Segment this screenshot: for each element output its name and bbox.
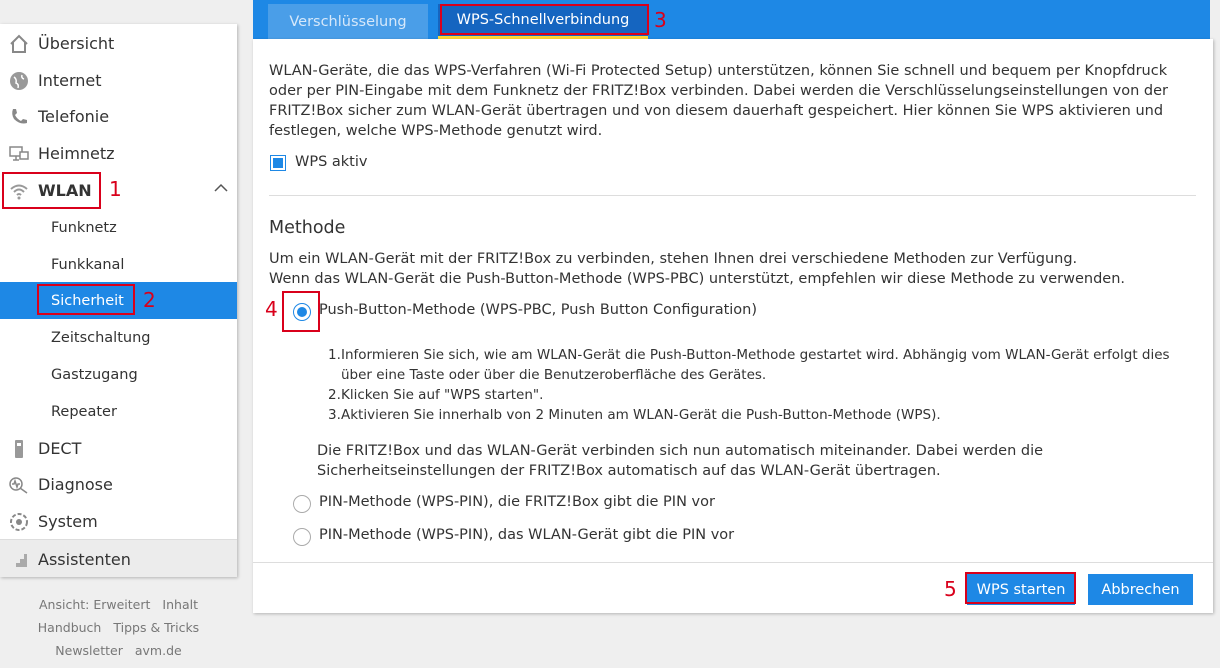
- footer-link-ansicht[interactable]: Ansicht: Erweitert: [39, 597, 150, 612]
- steps-list: 1. Informieren Sie sich, wie am WLAN-Ger…: [328, 345, 1198, 425]
- nav-label: Internet: [38, 71, 102, 90]
- nav-label: Telefonie: [38, 107, 110, 126]
- methode-desc-line-2: Wenn das WLAN-Gerät die Push-Button-Meth…: [269, 271, 1126, 287]
- nav-label: DECT: [38, 439, 82, 458]
- tab-verschluesselung[interactable]: Verschlüsselung: [268, 4, 428, 39]
- intro-text: WLAN-Geräte, die das WPS-Verfahren (Wi-F…: [269, 63, 1168, 139]
- footer-links: Ansicht: Erweitert Inhalt Handbuch Tipps…: [0, 593, 237, 662]
- nav-item-dect[interactable]: DECT: [0, 430, 237, 467]
- chevron-up-icon[interactable]: [213, 180, 229, 196]
- sub-item-funknetz[interactable]: Funknetz: [0, 209, 237, 246]
- sub-label: Funknetz: [51, 219, 117, 236]
- annotation-number-3: 3: [654, 8, 667, 32]
- sub-label: Zeitschaltung: [51, 329, 151, 346]
- step-text: Klicken Sie auf "WPS starten".: [341, 387, 544, 403]
- nav-label: Assistenten: [38, 550, 131, 569]
- result-text: Die FRITZ!Box und das WLAN-Gerät verbind…: [317, 443, 1044, 479]
- footer-link-newsletter[interactable]: Newsletter: [55, 643, 123, 658]
- nav-item-telefonie[interactable]: Telefonie: [0, 98, 237, 135]
- nav-label: Heimnetz: [38, 144, 115, 163]
- content-panel: WLAN-Geräte, die das WPS-Verfahren (Wi-F…: [253, 39, 1213, 613]
- home-icon: [0, 33, 38, 55]
- methode-desc-line-1: Um ein WLAN-Gerät mit der FRITZ!Box zu v…: [269, 251, 1078, 267]
- nav-item-uebersicht[interactable]: Übersicht: [0, 25, 237, 62]
- step-text: Informieren Sie sich, wie am WLAN-Gerät …: [341, 347, 1170, 383]
- sub-item-repeater[interactable]: Repeater: [0, 393, 237, 430]
- nav-item-internet[interactable]: Internet: [0, 62, 237, 99]
- cancel-button[interactable]: Abbrechen: [1088, 574, 1193, 605]
- annotation-number-1: 1: [109, 177, 122, 201]
- step-number: 1.: [328, 347, 341, 363]
- nav-item-assistenten[interactable]: Assistenten: [0, 541, 237, 578]
- sub-label: Repeater: [51, 403, 117, 420]
- wizard-icon: [0, 549, 38, 571]
- section-title-methode: Methode: [269, 218, 346, 238]
- footer-link-avm[interactable]: avm.de: [135, 643, 182, 658]
- annotation-box-1: [2, 172, 101, 209]
- methode-description: Um ein WLAN-Gerät mit der FRITZ!Box zu v…: [269, 249, 1199, 289]
- nav-label: Übersicht: [38, 34, 115, 53]
- radio-pin-fritzbox[interactable]: [293, 495, 311, 513]
- footer-link-tipps[interactable]: Tipps & Tricks: [113, 620, 199, 635]
- annotation-box-2: [37, 284, 135, 315]
- tab-bar: Verschlüsselung WPS-Schnellverbindung: [253, 0, 1210, 39]
- radio-label-pin-device: PIN-Methode (WPS-PIN), das WLAN-Gerät gi…: [319, 527, 735, 543]
- annotation-number-4: 4: [265, 297, 278, 321]
- sub-item-zeitschaltung[interactable]: Zeitschaltung: [0, 319, 237, 356]
- divider: [269, 195, 1196, 196]
- sub-item-gastzugang[interactable]: Gastzugang: [0, 356, 237, 393]
- footer-link-handbuch[interactable]: Handbuch: [38, 620, 102, 635]
- phone-icon: [0, 106, 38, 128]
- wps-active-checkbox[interactable]: [270, 155, 286, 171]
- globe-icon: [0, 70, 38, 92]
- footer-link-inhalt[interactable]: Inhalt: [162, 597, 198, 612]
- dect-phone-icon: [0, 438, 38, 460]
- radio-label-pin-fritzbox: PIN-Methode (WPS-PIN), die FRITZ!Box gib…: [319, 494, 715, 510]
- step-item: 3. Aktivieren Sie innerhalb von 2 Minute…: [328, 405, 1198, 425]
- annotation-number-5: 5: [944, 577, 957, 601]
- annotation-box-3: [440, 4, 649, 35]
- step-text: Aktivieren Sie innerhalb von 2 Minuten a…: [341, 407, 941, 423]
- network-icon: [0, 143, 38, 165]
- step-item: 2. Klicken Sie auf "WPS starten".: [328, 385, 1198, 405]
- step-number: 2.: [328, 387, 341, 403]
- nav-label: System: [38, 512, 98, 531]
- annotation-box-4: [282, 291, 320, 332]
- nav-label: Diagnose: [38, 475, 113, 494]
- annotation-number-2: 2: [143, 288, 156, 312]
- step-item: 1. Informieren Sie sich, wie am WLAN-Ger…: [328, 345, 1198, 385]
- wps-active-label: WPS aktiv: [295, 154, 368, 170]
- nav-item-system[interactable]: System: [0, 503, 237, 540]
- nav-item-diagnose[interactable]: Diagnose: [0, 466, 237, 503]
- radio-pin-device[interactable]: [293, 528, 311, 546]
- annotation-box-5: [965, 572, 1076, 604]
- step-number: 3.: [328, 407, 341, 423]
- diagnosis-icon: [0, 474, 38, 496]
- sub-item-funkkanal[interactable]: Funkkanal: [0, 246, 237, 283]
- system-icon: [0, 511, 38, 533]
- nav-item-heimnetz[interactable]: Heimnetz: [0, 135, 237, 172]
- radio-label-push-button: Push-Button-Methode (WPS-PBC, Push Butto…: [319, 302, 758, 318]
- sub-label: Funkkanal: [51, 256, 125, 273]
- sub-label: Gastzugang: [51, 366, 138, 383]
